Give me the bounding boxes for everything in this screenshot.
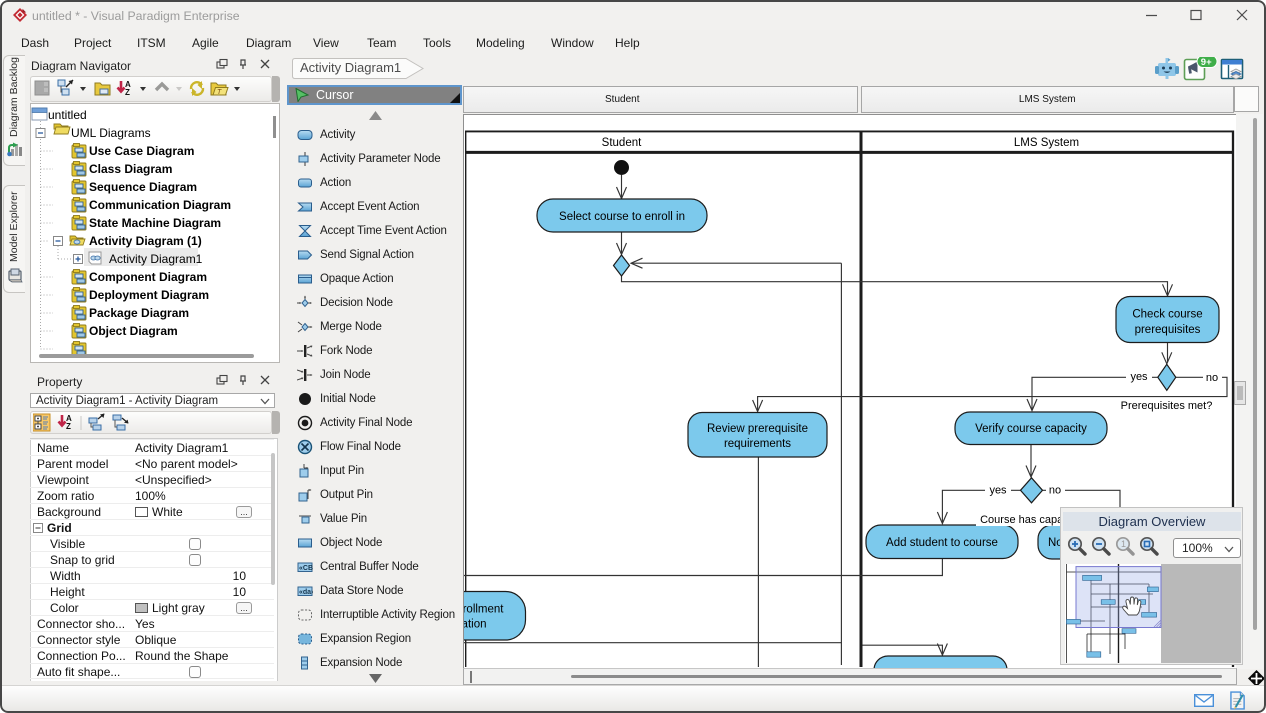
svg-text:Select course to enroll in: Select course to enroll in [559,211,685,223]
svg-text:rmation: rmation [464,619,487,631]
svg-text:no: no [1049,485,1061,497]
svg-text:«CB»: «CB» [299,565,313,572]
svg-text:LMS System: LMS System [1014,137,1079,149]
svg-text:Student: Student [602,137,642,149]
svg-text:Check course: Check course [1132,309,1202,321]
svg-text:requirements: requirements [724,438,791,450]
svg-text:yes: yes [1130,371,1148,383]
svg-text:Z: Z [66,422,71,431]
svg-text:1: 1 [1121,539,1126,549]
svg-text:«da»: «da» [299,589,313,596]
svg-text:prerequisites: prerequisites [1135,324,1201,336]
svg-text:Review prerequisite: Review prerequisite [707,423,808,435]
svg-text:yes: yes [989,485,1007,497]
svg-text:Z: Z [125,88,130,97]
svg-text:T: T [217,89,222,96]
svg-text:enrollment: enrollment [464,604,504,616]
svg-text:Prerequisites met?: Prerequisites met? [1121,400,1213,412]
svg-text:no: no [1206,372,1218,384]
svg-text:9+: 9+ [1201,57,1212,68]
svg-text:Add student to course: Add student to course [886,537,998,549]
svg-text:Verify course capacity: Verify course capacity [975,423,1087,435]
